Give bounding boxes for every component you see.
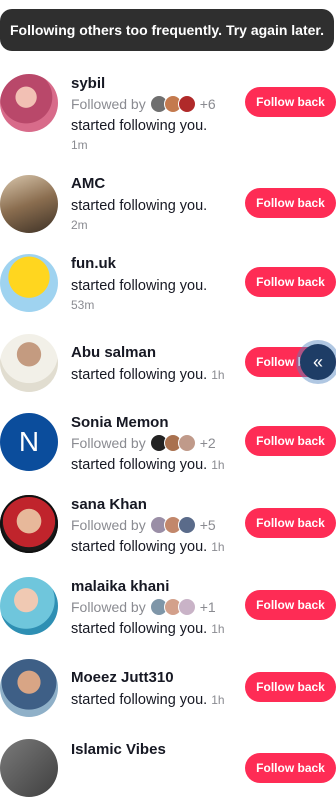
activity-text: started following you. 1h <box>71 367 225 383</box>
follow-back-button[interactable]: Follow back <box>245 672 336 702</box>
timestamp: 1h <box>211 540 225 554</box>
avatar[interactable] <box>0 739 58 797</box>
avatar[interactable] <box>0 175 58 233</box>
timestamp: 1h <box>211 458 225 472</box>
follow-back-button[interactable]: Follow back <box>245 590 336 620</box>
avatar[interactable] <box>0 74 58 132</box>
followed-by: Followed by +2 <box>71 434 216 452</box>
timestamp: 1m <box>71 138 88 152</box>
username[interactable]: sana Khan <box>71 496 147 513</box>
username[interactable]: Abu salman <box>71 344 156 361</box>
follow-back-button[interactable]: Follow back <box>245 753 336 783</box>
double-chevron-left-icon[interactable]: « <box>300 344 336 380</box>
activity-text: started following you. 1h <box>71 539 225 555</box>
timestamp: 1h <box>211 693 225 707</box>
activity-text: started following you. <box>71 278 208 294</box>
mutual-avatars <box>149 434 196 452</box>
avatar[interactable] <box>0 334 58 392</box>
timestamp: 53m <box>71 298 95 312</box>
username[interactable]: sybil <box>71 75 105 92</box>
activity-text: started following you. 1h <box>71 457 225 473</box>
follow-back-button[interactable]: Follow back <box>245 426 336 456</box>
username[interactable]: AMC <box>71 175 105 192</box>
avatar[interactable] <box>0 495 58 553</box>
username[interactable]: Moeez Jutt310 <box>71 669 174 686</box>
mutual-avatars <box>149 516 196 534</box>
activity-text: started following you. 1h <box>71 621 225 637</box>
avatar-initial: N <box>18 426 40 457</box>
username[interactable]: Sonia Memon <box>71 414 169 431</box>
mutual-avatars <box>149 95 196 113</box>
followed-by: Followed by +1 <box>71 598 216 616</box>
timestamp: 1h <box>211 368 225 382</box>
follow-back-button[interactable]: Follow back <box>245 267 336 297</box>
avatar[interactable]: N <box>0 413 58 471</box>
timestamp: 2m <box>71 218 88 232</box>
followed-by: Followed by +5 <box>71 516 216 534</box>
username[interactable]: Islamic Vibes <box>71 741 166 758</box>
avatar[interactable] <box>0 254 58 312</box>
username[interactable]: malaika khani <box>71 578 169 595</box>
activity-text: started following you. 1h <box>71 692 225 708</box>
avatar[interactable] <box>0 577 58 635</box>
followed-by: Followed by +6 <box>71 95 216 113</box>
mutual-avatars <box>149 598 196 616</box>
toast-message: Following others too frequently. Try aga… <box>0 9 334 51</box>
username[interactable]: fun.uk <box>71 255 116 272</box>
activity-text: started following you. <box>71 118 208 134</box>
follow-back-button[interactable]: Follow back <box>245 508 336 538</box>
follow-back-button[interactable]: Follow back <box>245 188 336 218</box>
follow-back-button[interactable]: Follow back <box>245 87 336 117</box>
avatar[interactable] <box>0 659 58 717</box>
activity-text: started following you. <box>71 198 208 214</box>
timestamp: 1h <box>211 622 225 636</box>
